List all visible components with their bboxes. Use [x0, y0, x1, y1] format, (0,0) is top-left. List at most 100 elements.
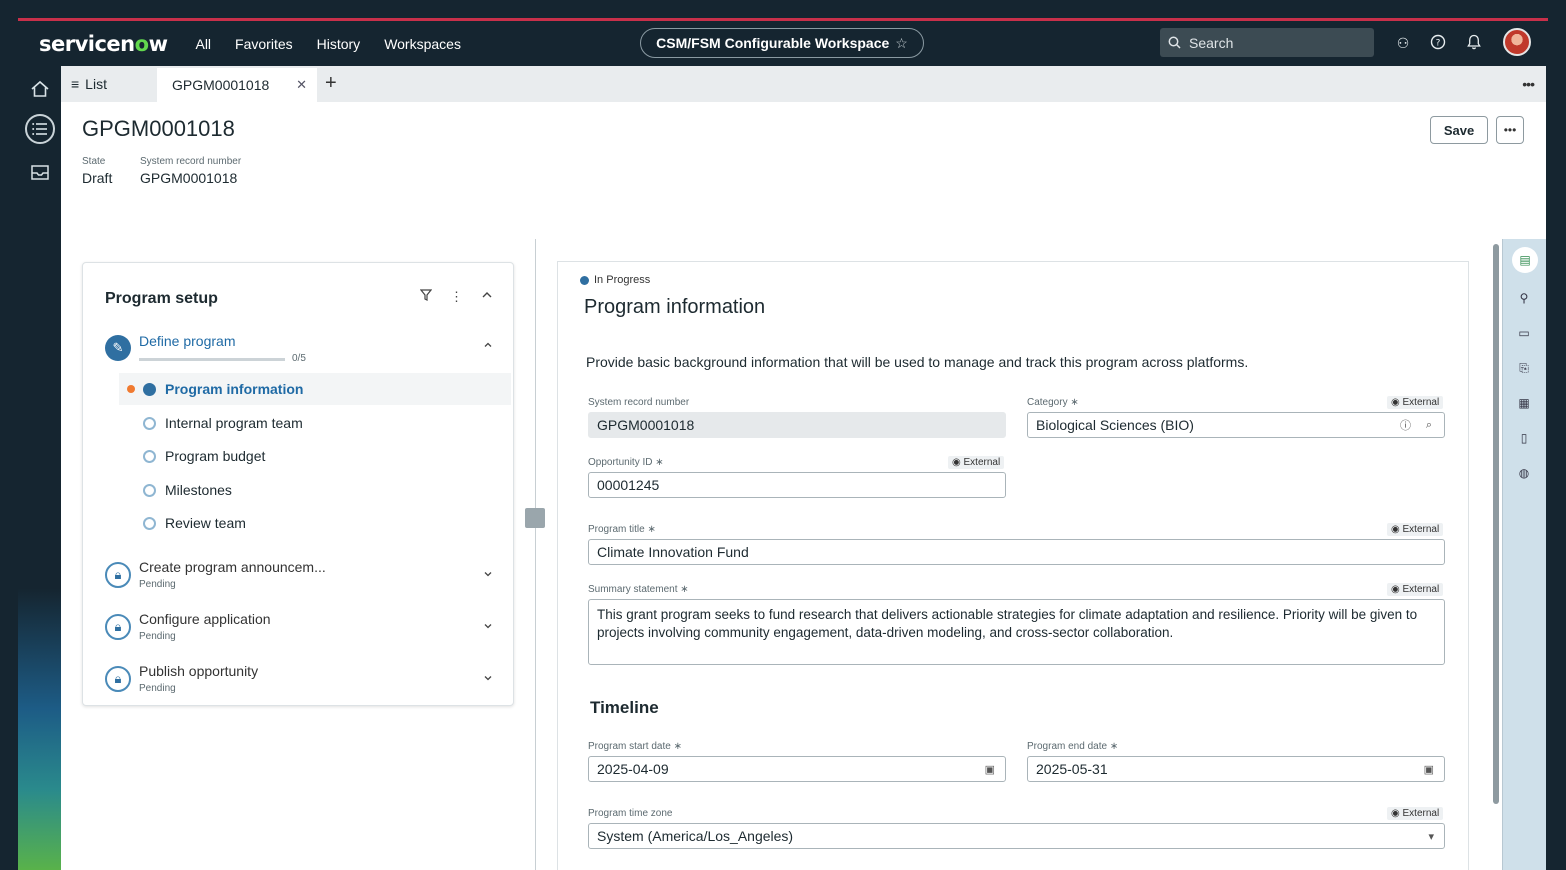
- program-title-field[interactable]: Climate Innovation Fund: [588, 539, 1445, 565]
- help-icon[interactable]: ?: [1429, 34, 1447, 52]
- scrollbar[interactable]: [1493, 244, 1499, 804]
- filter-icon[interactable]: [419, 289, 433, 305]
- end-date-field[interactable]: 2025-05-31 ▣: [1027, 756, 1445, 782]
- list-icon[interactable]: [25, 114, 55, 144]
- search-icon[interactable]: ⌕: [1426, 419, 1432, 432]
- close-icon[interactable]: ✕: [296, 77, 307, 93]
- tab-list[interactable]: ≡ List: [61, 66, 157, 102]
- user-avatar[interactable]: [1503, 28, 1531, 56]
- attachment-icon[interactable]: ⎘: [1515, 359, 1533, 377]
- chevron-down-icon[interactable]: [483, 569, 493, 582]
- subitem-label: Program budget: [165, 448, 266, 464]
- nav-all[interactable]: All: [195, 36, 211, 52]
- subitem-milestones[interactable]: Milestones: [119, 474, 511, 506]
- program-info-form: In Progress Program information Provide …: [557, 261, 1469, 870]
- tab-record-label: GPGM0001018: [172, 77, 270, 93]
- step-define-label[interactable]: Define program: [139, 333, 236, 349]
- globe-icon[interactable]: ◍: [1515, 464, 1533, 482]
- calendar-icon[interactable]: ▣: [1424, 763, 1434, 776]
- document-icon[interactable]: ▯: [1515, 429, 1533, 447]
- opportunity-field-label: Opportunity ID ∗: [588, 457, 664, 468]
- setup-tools: ⋮: [419, 289, 493, 305]
- save-button[interactable]: Save: [1430, 116, 1488, 144]
- main-area: ≡ List GPGM0001018 ✕ + ••• GPGM0001018 S…: [61, 66, 1546, 870]
- calendar-icon[interactable]: ▣: [985, 763, 995, 776]
- state-label: State: [82, 156, 106, 167]
- chat-icon[interactable]: ⚇: [1394, 34, 1412, 52]
- program-title-field-value: Climate Innovation Fund: [597, 544, 749, 560]
- subitem-label: Milestones: [165, 482, 232, 498]
- step-status: Pending: [139, 683, 176, 694]
- nav-workspaces[interactable]: Workspaces: [384, 36, 461, 52]
- step-status-icon: [143, 382, 156, 396]
- external-badge: ◉ External: [1387, 523, 1444, 536]
- more-icon[interactable]: •••: [1522, 76, 1535, 92]
- step-status-icon: [143, 516, 156, 530]
- sysnum-field: GPGM0001018: [588, 412, 1006, 438]
- external-badge: ◉ External: [1387, 583, 1444, 596]
- opportunity-field[interactable]: 00001245: [588, 472, 1006, 498]
- add-tab-icon[interactable]: +: [325, 72, 337, 95]
- chevron-up-icon[interactable]: [481, 289, 493, 305]
- left-rail: [18, 66, 61, 870]
- star-icon[interactable]: ☆: [895, 35, 908, 52]
- start-date-label: Program start date ∗: [588, 741, 682, 752]
- resize-handle[interactable]: [525, 508, 545, 528]
- timezone-select[interactable]: System (America/Los_Angeles) ▾: [588, 823, 1445, 849]
- hamburger-icon: ≡: [71, 76, 80, 92]
- template-icon[interactable]: ▦: [1515, 394, 1533, 412]
- summary-field-label: Summary statement ∗: [588, 584, 689, 595]
- subitem-internal-program-team[interactable]: Internal program team: [119, 407, 511, 439]
- nav-history[interactable]: History: [317, 36, 361, 52]
- inbox-icon[interactable]: [25, 157, 55, 187]
- step-status-icon: [143, 449, 156, 463]
- timezone-value: System (America/Los_Angeles): [597, 828, 794, 844]
- kebab-icon[interactable]: ⋮: [450, 289, 463, 305]
- tab-record[interactable]: GPGM0001018 ✕: [157, 68, 317, 102]
- global-search[interactable]: Search: [1160, 28, 1374, 57]
- start-date-field[interactable]: 2025-04-09 ▣: [588, 756, 1006, 782]
- caret-down-icon: ▾: [1428, 830, 1434, 843]
- nav-favorites[interactable]: Favorites: [235, 36, 293, 52]
- subitem-program-budget[interactable]: Program budget: [119, 440, 511, 472]
- subitem-program-information[interactable]: Program information: [119, 373, 511, 405]
- form-icon[interactable]: ▤: [1512, 247, 1538, 273]
- summary-textarea[interactable]: This grant program seeks to fund researc…: [588, 599, 1445, 665]
- bell-icon[interactable]: [1465, 34, 1483, 52]
- chevron-up-icon[interactable]: [483, 340, 493, 353]
- search-user-icon[interactable]: ⚲: [1515, 289, 1533, 307]
- define-progress: [139, 358, 285, 361]
- sysnum-field-label: System record number: [588, 397, 690, 408]
- home-icon[interactable]: [25, 74, 55, 104]
- pane-divider: [535, 239, 536, 870]
- folder-icon[interactable]: ▭: [1515, 324, 1533, 342]
- setup-title: Program setup: [105, 290, 218, 307]
- lock-icon: 🔒︎: [105, 614, 131, 640]
- step-status-icon: [143, 416, 156, 430]
- subitem-label: Program information: [165, 381, 304, 397]
- form-title: Program information: [584, 296, 766, 318]
- step-status: Pending: [139, 631, 176, 642]
- servicenow-logo[interactable]: servicenow: [39, 32, 168, 56]
- program-title-field-label: Program title ∗: [588, 524, 656, 535]
- workspace-pill[interactable]: CSM/FSM Configurable Workspace ☆: [640, 28, 924, 58]
- pencil-icon: ✎: [105, 335, 131, 361]
- subitem-label: Review team: [165, 515, 246, 531]
- search-placeholder: Search: [1189, 34, 1234, 51]
- external-badge: ◉ External: [1387, 396, 1444, 409]
- category-field[interactable]: Biological Sciences (BIO) ⓘ ⌕: [1027, 412, 1445, 438]
- step-label: Configure application: [139, 611, 271, 627]
- record-title: GPGM0001018: [82, 116, 235, 141]
- subitem-review-team[interactable]: Review team: [119, 507, 511, 539]
- more-actions-button[interactable]: •••: [1496, 116, 1524, 144]
- contextual-sidebar: ▤ ⚲ ▭ ⎘ ▦ ▯ ◍: [1502, 239, 1546, 870]
- timeline-heading: Timeline: [590, 698, 659, 717]
- step-label: Create program announcem...: [139, 559, 326, 575]
- workspace-name: CSM/FSM Configurable Workspace: [656, 35, 890, 51]
- info-icon[interactable]: ⓘ: [1400, 417, 1411, 433]
- chevron-down-icon[interactable]: [483, 673, 493, 686]
- top-header: servicenow All Favorites History Workspa…: [18, 21, 1548, 66]
- main-nav: All Favorites History Workspaces: [195, 36, 460, 52]
- chevron-down-icon[interactable]: [483, 621, 493, 634]
- program-setup-panel: Program setup ⋮ ✎ Define program 0/5 Pro…: [82, 262, 514, 706]
